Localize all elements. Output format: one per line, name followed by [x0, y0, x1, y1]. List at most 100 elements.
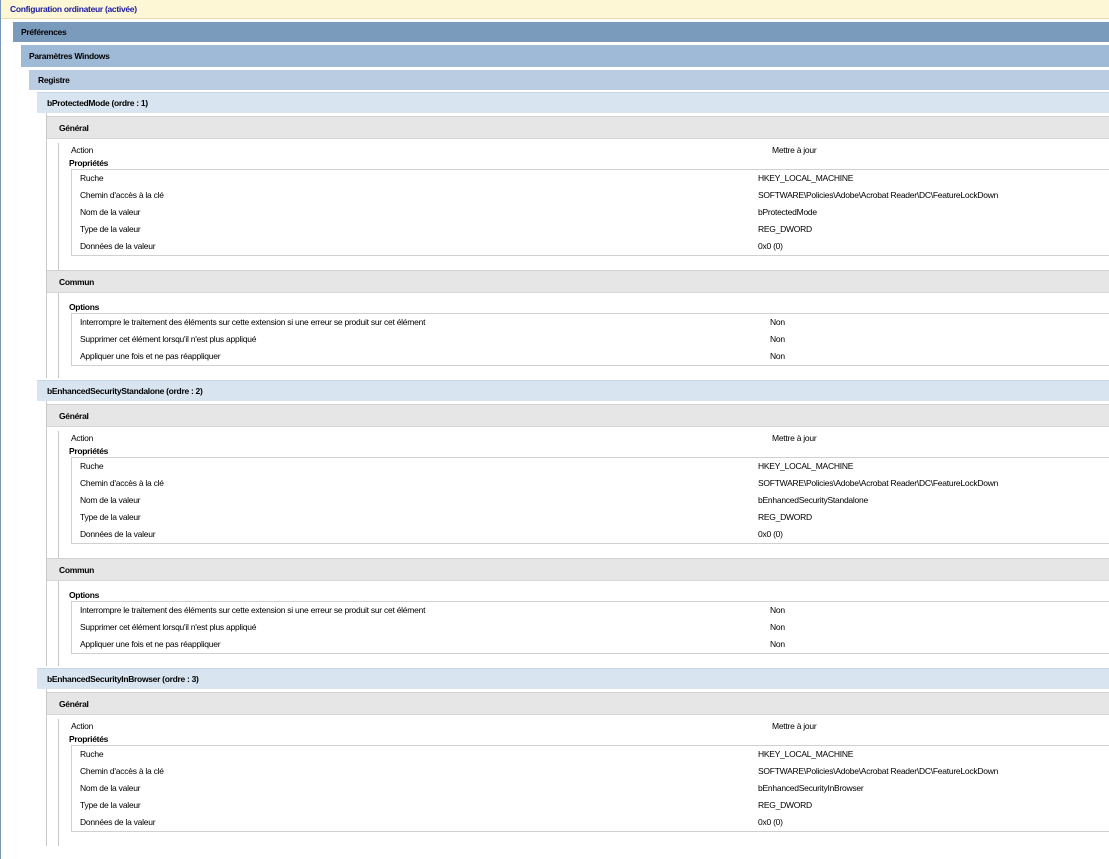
gpo-report: Configuration ordinateur (activée) Préfé…: [0, 0, 1109, 859]
value-name-value: bEnhancedSecurityStandalone: [758, 495, 868, 505]
value-type-value: REG_DWORD: [758, 800, 812, 810]
registry-item-header[interactable]: bEnhancedSecurityStandalone (ordre : 2): [37, 380, 1109, 401]
properties-table: Ruche HKEY_LOCAL_MACHINE Chemin d'accès à…: [71, 457, 1109, 544]
value-data-label: Données de la valeur: [80, 817, 156, 827]
options-table: Interrompre le traitement des éléments s…: [71, 601, 1109, 654]
action-value: Mettre à jour: [772, 721, 817, 731]
hive-label: Ruche: [80, 749, 104, 759]
opt-remove-label: Supprimer cet élément lorsqu'il n'est pl…: [80, 334, 257, 344]
value-name-label: Nom de la valeur: [80, 207, 141, 217]
table-row: Interrompre le traitement des éléments s…: [72, 314, 1109, 331]
general-header[interactable]: Général: [47, 692, 1109, 715]
key-path-label: Chemin d'accès à la clé: [80, 190, 164, 200]
hive-value: HKEY_LOCAL_MACHINE: [758, 461, 854, 471]
general-header[interactable]: Général: [47, 116, 1109, 139]
table-row: Données de la valeur 0x0 (0): [72, 526, 1109, 543]
properties-label: Propriétés: [69, 734, 109, 744]
registry-item-body: Général Action Mettre à jour Propriétés …: [46, 113, 1109, 378]
table-row: Données de la valeur 0x0 (0): [72, 814, 1109, 831]
opt-remove-label: Supprimer cet élément lorsqu'il n'est pl…: [80, 622, 257, 632]
action-value: Mettre à jour: [772, 145, 817, 155]
properties-table: Ruche HKEY_LOCAL_MACHINE Chemin d'accès à…: [71, 745, 1109, 832]
table-row: Type de la valeur REG_DWORD: [72, 509, 1109, 526]
table-row: Supprimer cet élément lorsqu'il n'est pl…: [72, 619, 1109, 636]
table-row: Chemin d'accès à la clé SOFTWARE\Policies…: [72, 187, 1109, 204]
windows-settings-header[interactable]: Paramètres Windows: [21, 45, 1109, 67]
registry-item: bEnhancedSecurityStandalone (ordre : 2) …: [37, 380, 1109, 666]
general-header[interactable]: Général: [47, 404, 1109, 427]
common-section: Options Interrompre le traitement des él…: [58, 581, 1109, 666]
common-section: Options Interrompre le traitement des él…: [58, 293, 1109, 378]
registry-items: bProtectedMode (ordre : 1) Général Actio…: [37, 92, 1109, 846]
table-row: Chemin d'accès à la clé SOFTWARE\Policies…: [72, 763, 1109, 780]
general-section: Action Mettre à jour Propriétés Ruche HKE…: [58, 719, 1109, 846]
value-name-value: bProtectedMode: [758, 207, 817, 217]
value-type-label: Type de la valeur: [80, 512, 141, 522]
value-name-label: Nom de la valeur: [80, 495, 141, 505]
action-value: Mettre à jour: [772, 433, 817, 443]
value-type-value: REG_DWORD: [758, 224, 812, 234]
table-row: Nom de la valeur bEnhancedSecurityInBrows…: [72, 780, 1109, 797]
general-section: Action Mettre à jour Propriétés Ruche HKE…: [58, 143, 1109, 270]
hive-label: Ruche: [80, 461, 104, 471]
table-row: Nom de la valeur bEnhancedSecurityStandal…: [72, 492, 1109, 509]
opt-remove-value: Non: [770, 622, 785, 632]
value-name-label: Nom de la valeur: [80, 783, 141, 793]
options-label: Options: [69, 590, 100, 600]
action-row: Action Mettre à jour: [59, 431, 1109, 445]
table-row: Interrompre le traitement des éléments s…: [72, 602, 1109, 619]
value-data-value: 0x0 (0): [758, 817, 783, 827]
general-section: Action Mettre à jour Propriétés Ruche HKE…: [58, 431, 1109, 558]
registry-item: bProtectedMode (ordre : 1) Général Actio…: [37, 92, 1109, 378]
properties-label: Propriétés: [69, 446, 109, 456]
hive-label: Ruche: [80, 173, 104, 183]
table-row: Chemin d'accès à la clé SOFTWARE\Policies…: [72, 475, 1109, 492]
computer-config-header[interactable]: Configuration ordinateur (activée): [1, 0, 1109, 19]
action-row: Action Mettre à jour: [59, 143, 1109, 157]
registry-item-header[interactable]: bEnhancedSecurityInBrowser (ordre : 3): [37, 668, 1109, 689]
key-path-label: Chemin d'accès à la clé: [80, 766, 164, 776]
registry-item-body: Général Action Mettre à jour Propriétés …: [46, 689, 1109, 846]
value-data-value: 0x0 (0): [758, 529, 783, 539]
hive-value: HKEY_LOCAL_MACHINE: [758, 173, 854, 183]
opt-once-label: Appliquer une fois et ne pas réappliquer: [80, 351, 221, 361]
registry-item-header[interactable]: bProtectedMode (ordre : 1): [37, 92, 1109, 113]
common-header[interactable]: Commun: [47, 558, 1109, 581]
opt-stop-label: Interrompre le traitement des éléments s…: [80, 605, 426, 615]
opt-once-value: Non: [770, 351, 785, 361]
table-row: Type de la valeur REG_DWORD: [72, 797, 1109, 814]
opt-stop-value: Non: [770, 317, 785, 327]
action-label: Action: [71, 721, 94, 731]
table-row: Appliquer une fois et ne pas réappliquer…: [72, 636, 1109, 653]
action-label: Action: [71, 145, 94, 155]
key-path-label: Chemin d'accès à la clé: [80, 478, 164, 488]
table-row: Ruche HKEY_LOCAL_MACHINE: [72, 458, 1109, 475]
opt-remove-value: Non: [770, 334, 785, 344]
opt-once-label: Appliquer une fois et ne pas réappliquer: [80, 639, 221, 649]
opt-once-value: Non: [770, 639, 785, 649]
table-row: Appliquer une fois et ne pas réappliquer…: [72, 348, 1109, 365]
value-data-value: 0x0 (0): [758, 241, 783, 251]
table-row: Données de la valeur 0x0 (0): [72, 238, 1109, 255]
registry-item-body: Général Action Mettre à jour Propriétés …: [46, 401, 1109, 666]
action-row: Action Mettre à jour: [59, 719, 1109, 733]
table-row: Ruche HKEY_LOCAL_MACHINE: [72, 746, 1109, 763]
opt-stop-label: Interrompre le traitement des éléments s…: [80, 317, 426, 327]
options-table: Interrompre le traitement des éléments s…: [71, 313, 1109, 366]
preferences-header[interactable]: Préférences: [13, 22, 1109, 42]
registry-item: bEnhancedSecurityInBrowser (ordre : 3) G…: [37, 668, 1109, 846]
registry-header[interactable]: Registre: [29, 70, 1109, 90]
value-name-value: bEnhancedSecurityInBrowser: [758, 783, 864, 793]
action-label: Action: [71, 433, 94, 443]
value-type-value: REG_DWORD: [758, 512, 812, 522]
opt-stop-value: Non: [770, 605, 785, 615]
options-label: Options: [69, 302, 100, 312]
value-type-label: Type de la valeur: [80, 800, 141, 810]
value-data-label: Données de la valeur: [80, 529, 156, 539]
value-data-label: Données de la valeur: [80, 241, 156, 251]
properties-table: Ruche HKEY_LOCAL_MACHINE Chemin d'accès à…: [71, 169, 1109, 256]
common-header[interactable]: Commun: [47, 270, 1109, 293]
table-row: Nom de la valeur bProtectedMode: [72, 204, 1109, 221]
table-row: Ruche HKEY_LOCAL_MACHINE: [72, 170, 1109, 187]
value-type-label: Type de la valeur: [80, 224, 141, 234]
